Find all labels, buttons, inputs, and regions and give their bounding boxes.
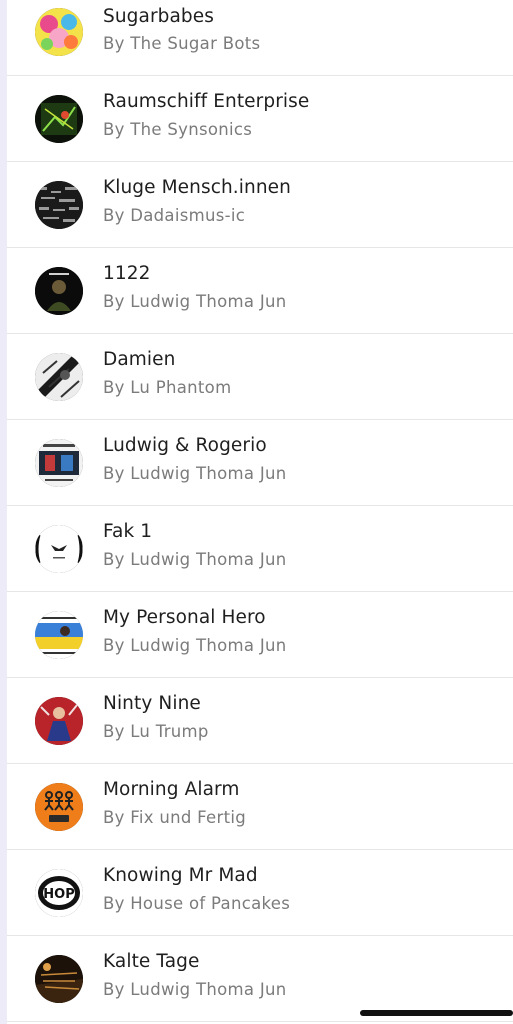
track-artist: By Lu Phantom: [103, 378, 232, 397]
track-title: Kluge Mensch.innen: [103, 177, 291, 198]
track-row[interactable]: Kluge Mensch.innen By Dadaismus-ic: [7, 162, 513, 248]
track-row[interactable]: Damien By Lu Phantom: [7, 334, 513, 420]
track-row[interactable]: HOP Knowing Mr Mad By House of Pancakes: [7, 850, 513, 936]
track-title: My Personal Hero: [103, 607, 266, 628]
track-artwork: [35, 8, 83, 56]
track-artist: By Ludwig Thoma Jun: [103, 980, 287, 999]
track-row[interactable]: Sugarbabes By The Sugar Bots: [7, 0, 513, 76]
track-row[interactable]: Raumschiff Enterprise By The Synsonics: [7, 76, 513, 162]
track-artist: By Lu Trump: [103, 722, 209, 741]
track-artwork: [35, 267, 83, 315]
track-artist: By Fix und Fertig: [103, 808, 246, 827]
track-artwork: [35, 353, 83, 401]
track-row[interactable]: Ludwig & Rogerio By Ludwig Thoma Jun: [7, 420, 513, 506]
track-artwork: HOP: [35, 869, 83, 917]
track-title: Ninty Nine: [103, 693, 201, 714]
track-title: Kalte Tage: [103, 951, 200, 972]
left-edge: [0, 0, 7, 1024]
track-list: Sugarbabes By The Sugar Bots Raumschiff …: [7, 0, 513, 1022]
track-title: Ludwig & Rogerio: [103, 435, 267, 456]
track-artwork: [35, 955, 83, 1003]
track-artwork: [35, 439, 83, 487]
track-title: Damien: [103, 349, 176, 370]
track-artist: By Ludwig Thoma Jun: [103, 292, 287, 311]
track-artwork: [35, 697, 83, 745]
track-title: Knowing Mr Mad: [103, 865, 258, 886]
hop-logo-text: HOP: [43, 887, 74, 902]
track-artwork: [35, 611, 83, 659]
track-row[interactable]: My Personal Hero By Ludwig Thoma Jun: [7, 592, 513, 678]
track-row[interactable]: Fak 1 By Ludwig Thoma Jun: [7, 506, 513, 592]
track-title: Fak 1: [103, 521, 153, 542]
track-artist: By Ludwig Thoma Jun: [103, 464, 287, 483]
track-artist: By House of Pancakes: [103, 894, 291, 913]
track-artwork: [35, 95, 83, 143]
track-title: 1122: [103, 263, 151, 284]
home-indicator[interactable]: [360, 1010, 513, 1016]
track-row[interactable]: 1122 By Ludwig Thoma Jun: [7, 248, 513, 334]
track-artist: By Dadaismus-ic: [103, 206, 246, 225]
track-artist: By Ludwig Thoma Jun: [103, 636, 287, 655]
track-artwork: [35, 783, 83, 831]
track-artwork: [35, 525, 83, 573]
track-artist: By The Synsonics: [103, 120, 253, 139]
track-title: Sugarbabes: [103, 6, 214, 27]
track-artwork: [35, 181, 83, 229]
track-artist: By Ludwig Thoma Jun: [103, 550, 287, 569]
track-row[interactable]: Ninty Nine By Lu Trump: [7, 678, 513, 764]
track-row[interactable]: Morning Alarm By Fix und Fertig: [7, 764, 513, 850]
track-title: Morning Alarm: [103, 779, 240, 800]
track-artist: By The Sugar Bots: [103, 34, 261, 53]
track-title: Raumschiff Enterprise: [103, 91, 310, 112]
